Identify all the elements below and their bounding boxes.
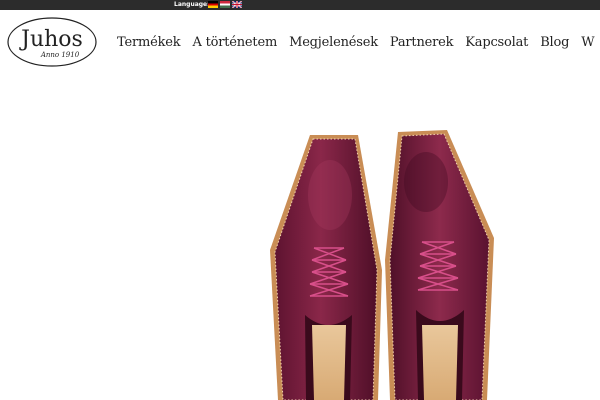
right-shoe: [385, 130, 494, 400]
uk-flag-icon[interactable]: [232, 1, 242, 8]
language-label: Language:: [174, 1, 210, 8]
german-flag-icon[interactable]: [208, 1, 218, 8]
logo-tagline: Anno 1910: [40, 51, 80, 59]
nav-item-blog[interactable]: Blog: [540, 35, 569, 50]
main-nav: Termékek A történetem Megjelenések Partn…: [117, 33, 595, 51]
nav-item-products[interactable]: Termékek: [117, 35, 181, 50]
nav-item-contact[interactable]: Kapcsolat: [465, 35, 528, 50]
logo-name: Juhos: [19, 27, 83, 52]
nav-item-story[interactable]: A történetem: [192, 35, 277, 50]
nav-item-press[interactable]: Megjelenések: [289, 35, 378, 50]
top-bar: Language:: [0, 0, 600, 10]
nav-item-partners[interactable]: Partnerek: [390, 35, 454, 50]
hungarian-flag-icon[interactable]: [220, 1, 230, 8]
nav-item-more[interactable]: W: [581, 35, 594, 50]
juhos-logo[interactable]: Juhos Anno 1910: [7, 17, 97, 67]
hero-shoes-image: [270, 130, 494, 400]
left-shoe: [270, 135, 382, 400]
